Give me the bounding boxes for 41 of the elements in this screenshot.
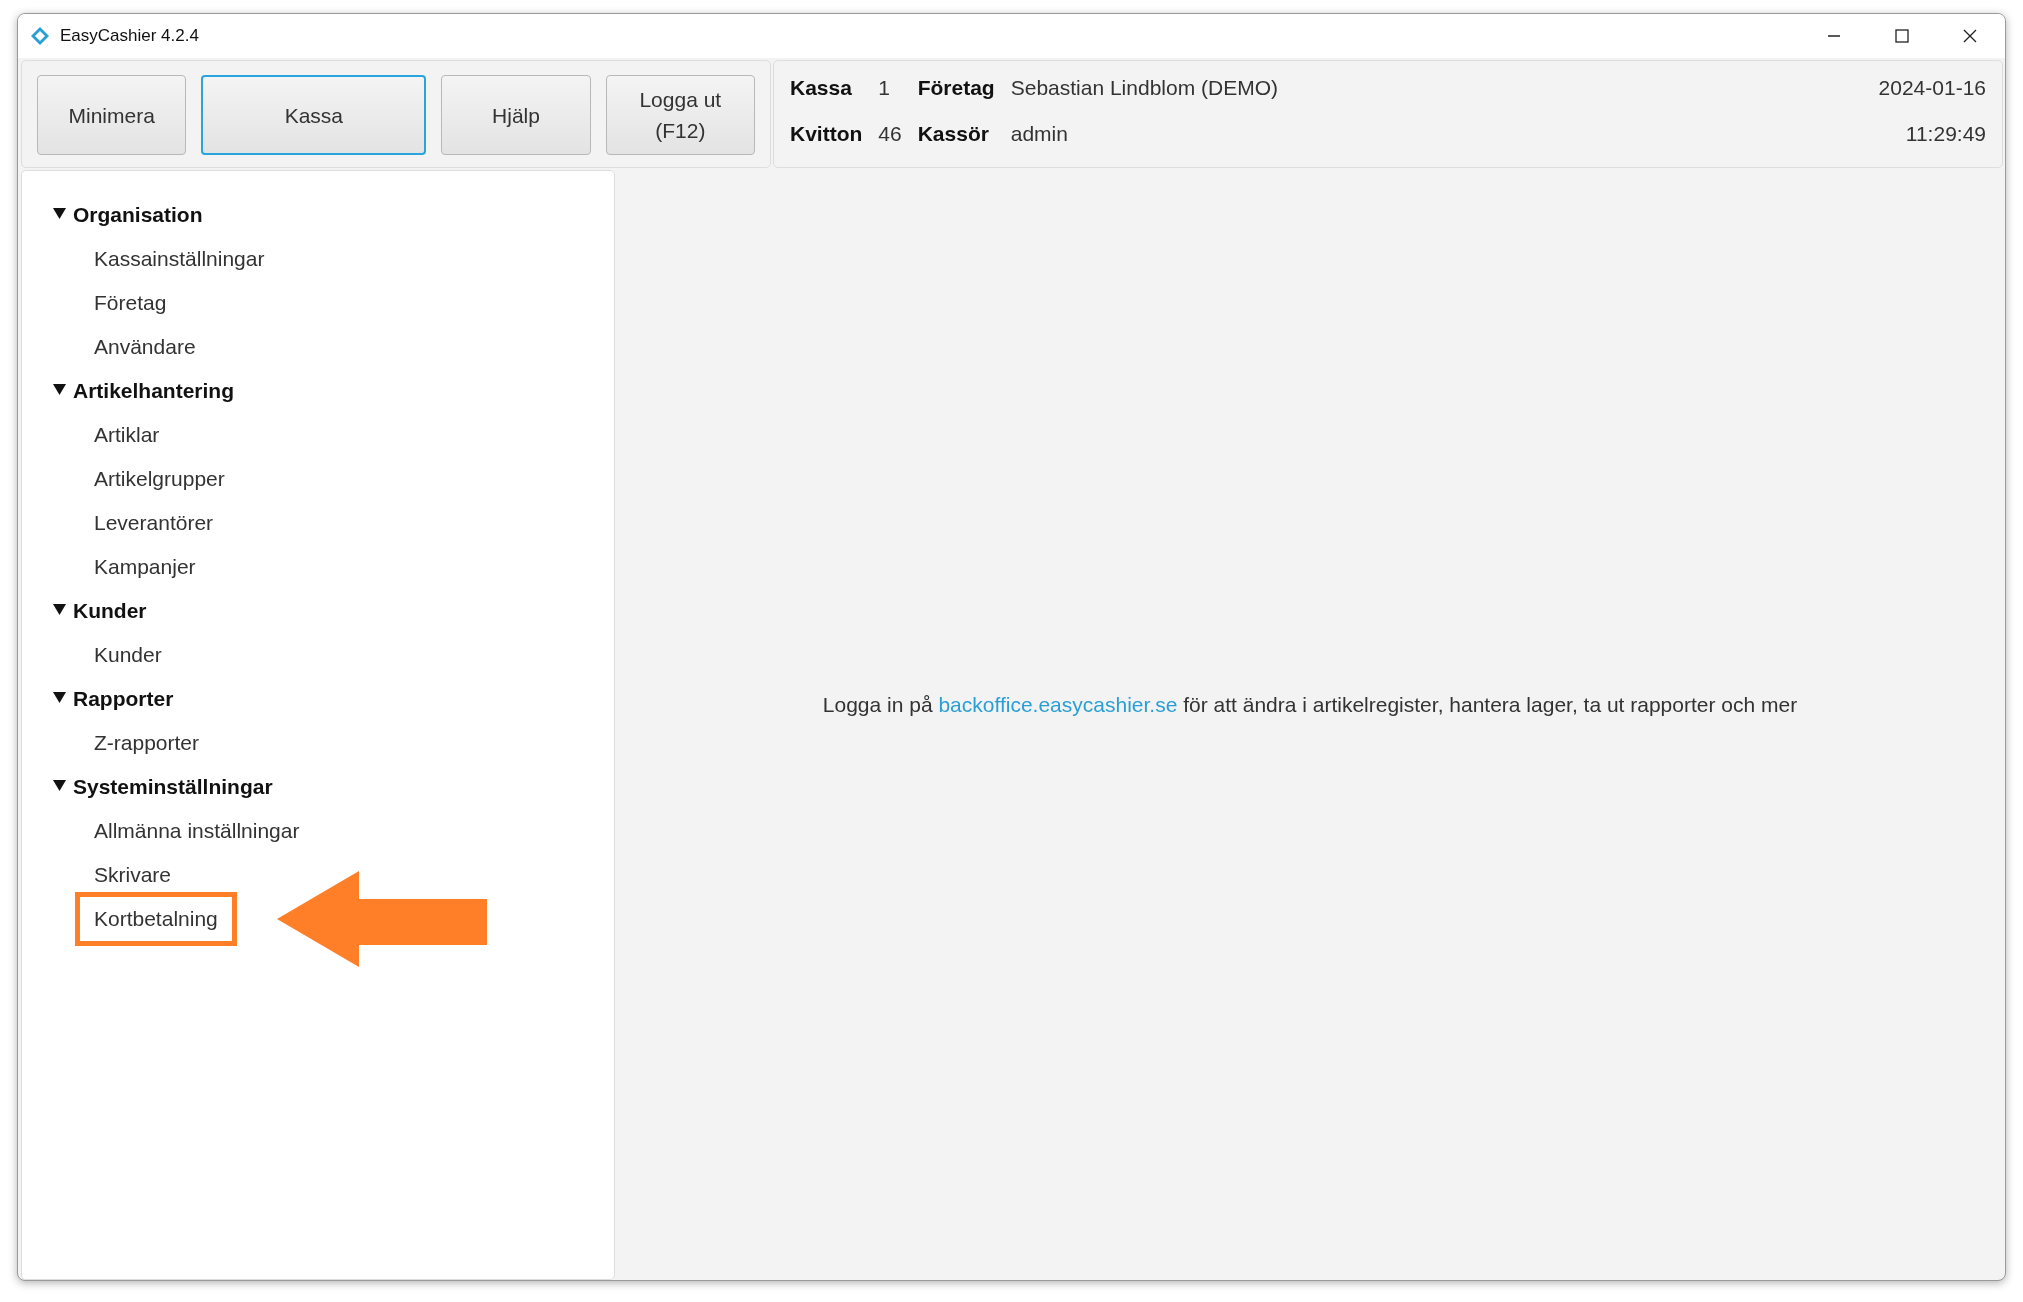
pointer-arrow-icon xyxy=(277,871,487,967)
app-logo-icon xyxy=(30,26,50,46)
info-message: Logga in på backoffice.easycashier.se för att ändra i artikelregister, hantera lager, ta ut rapporter och mer xyxy=(822,693,1798,717)
tree-item[interactable]: Allmänna inställningar xyxy=(75,810,319,852)
time-text: 11:29:49 xyxy=(1905,121,1986,147)
toolbar-button[interactable]: Minimera xyxy=(37,75,187,155)
info-value: 1 xyxy=(878,75,891,101)
tree-item[interactable]: Kassainställningar xyxy=(75,238,284,280)
tree-group-label[interactable]: Rapporter xyxy=(73,687,174,711)
tree-item[interactable]: Kortbetalning xyxy=(75,892,237,946)
tree-item[interactable]: Kampanjer xyxy=(75,546,215,588)
info-label: Kassör xyxy=(917,121,990,147)
tree-item[interactable]: Kunder xyxy=(75,634,181,676)
tree-item[interactable]: Artiklar xyxy=(75,414,179,456)
expand-arrow-icon[interactable] xyxy=(53,382,66,396)
info-value: admin xyxy=(1010,121,1069,147)
tree-item[interactable]: Användare xyxy=(75,326,215,368)
expand-arrow-icon[interactable] xyxy=(53,206,66,220)
tree-item[interactable]: Leverantörer xyxy=(75,502,233,544)
expand-arrow-icon[interactable] xyxy=(53,602,66,616)
info-label: Företag xyxy=(917,75,995,101)
maximize-icon[interactable] xyxy=(1895,29,1909,43)
tree-item[interactable]: Företag xyxy=(75,282,186,324)
close-icon[interactable] xyxy=(1963,29,1977,43)
toolbar-button[interactable]: Logga ut (F12) xyxy=(605,75,755,155)
tree-group-label[interactable]: Kunder xyxy=(73,599,147,623)
tree-group-label[interactable]: Organisation xyxy=(73,203,203,227)
tree-group-label[interactable]: Artikelhantering xyxy=(73,379,235,403)
expand-arrow-icon[interactable] xyxy=(53,778,66,792)
tree-item[interactable]: Z-rapporter xyxy=(75,722,219,764)
toolbar-button[interactable]: Kassa xyxy=(201,75,427,155)
info-label: Kassa xyxy=(790,75,853,101)
toolbar-button[interactable]: Hjälp xyxy=(441,75,591,155)
info-value: 46 xyxy=(878,121,902,147)
expand-arrow-icon[interactable] xyxy=(53,690,66,704)
tree-item[interactable]: Artikelgrupper xyxy=(75,458,244,500)
info-value: Sebastian Lindblom (DEMO) xyxy=(1010,75,1278,101)
date-text: 2024-01-16 xyxy=(1878,75,1986,101)
info-label: Kvitton xyxy=(790,121,863,147)
window-title: EasyCashier 4.2.4 xyxy=(60,26,199,46)
tree-group-label[interactable]: Systeminställningar xyxy=(73,775,273,799)
